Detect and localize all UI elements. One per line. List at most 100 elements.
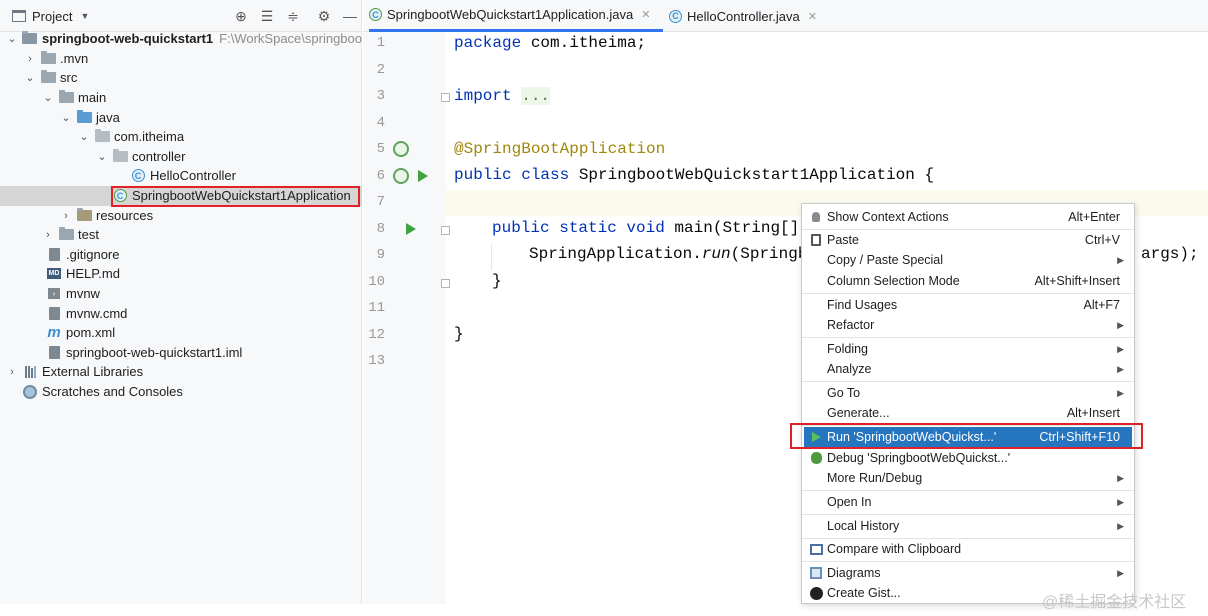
menu-separator	[802, 337, 1134, 338]
tree-item-label: HelloController	[150, 168, 236, 184]
folded-imports[interactable]: ...	[521, 87, 551, 105]
locate-icon[interactable]: ⊕	[232, 7, 250, 25]
menu-item-more-run-debug[interactable]: More Run/Debug ▶	[804, 468, 1132, 488]
menu-item-open-in[interactable]: Open In ▶	[804, 492, 1132, 512]
close-icon[interactable]: ✕	[808, 10, 817, 23]
tree-item-label: springboot-web-quickstart1	[41, 31, 214, 47]
chevron-down-icon[interactable]: ⌄	[78, 130, 90, 143]
chevron-down-icon[interactable]: ⌄	[42, 91, 54, 104]
menu-item-compare-with-clipboard[interactable]: Compare with Clipboard	[804, 539, 1132, 559]
tree-item-iml[interactable]: springboot-web-quickstart1.iml	[0, 343, 362, 363]
tree-item-gitignore[interactable]: .gitignore	[0, 245, 362, 265]
menu-item-analyze[interactable]: Analyze ▶	[804, 359, 1132, 379]
line-number: 5	[376, 141, 385, 157]
tab-hellocontroller[interactable]: C HelloController.java ✕	[669, 0, 817, 32]
tree-item-label: .gitignore	[66, 247, 120, 263]
menu-item-paste[interactable]: Paste Ctrl+V	[804, 230, 1132, 250]
gear-icon[interactable]: ⚙	[315, 7, 333, 25]
tree-item-help-md[interactable]: MD HELP.md	[0, 264, 362, 284]
scratches-icon	[22, 384, 38, 399]
line-number: 4	[376, 115, 385, 131]
tree-item-label: main	[78, 90, 107, 106]
tree-item-mvnw[interactable]: › mvnw	[0, 284, 362, 304]
tree-item-main[interactable]: ⌄ main	[0, 88, 362, 108]
menu-item-find-usages[interactable]: Find Usages Alt+F7	[804, 295, 1132, 315]
menu-item-label: Paste	[827, 233, 859, 247]
class-icon: C	[669, 9, 682, 23]
tree-item-mvn[interactable]: › .mvn	[0, 49, 362, 69]
menu-item-label: Compare with Clipboard	[827, 542, 962, 556]
selection-highlight-box	[111, 186, 360, 207]
tree-item-scratches[interactable]: Scratches and Consoles	[0, 382, 362, 402]
line-number: 7	[376, 194, 385, 210]
menu-item-folding[interactable]: Folding ▶	[804, 339, 1132, 359]
chevron-down-icon[interactable]: ⌄	[60, 111, 72, 124]
chevron-down-icon[interactable]: ⌄	[6, 32, 18, 45]
tree-item-label: java	[96, 110, 120, 126]
run-highlight-box	[790, 423, 1143, 449]
github-icon	[809, 586, 823, 600]
chevron-down-icon[interactable]: ⌄	[96, 150, 108, 163]
menu-item-label: Column Selection Mode	[827, 274, 960, 288]
tree-item-label: External Libraries	[42, 364, 144, 380]
menu-item-generate[interactable]: Generate... Alt+Insert	[804, 403, 1132, 423]
tree-item-label: controller	[132, 149, 186, 165]
line-number: 13	[368, 353, 385, 369]
tree-item-controller[interactable]: ⌄ controller	[0, 147, 362, 167]
fold-marker-icon[interactable]	[441, 226, 450, 235]
menu-item-refactor[interactable]: Refactor ▶	[804, 315, 1132, 335]
spring-bean-icon[interactable]	[393, 168, 409, 184]
tree-item-resources[interactable]: › resources	[0, 206, 362, 226]
menu-item-label: Open In	[827, 495, 872, 509]
close-icon[interactable]: ✕	[641, 8, 650, 21]
tree-item-java[interactable]: ⌄ java	[0, 108, 362, 128]
menu-item-diagrams[interactable]: Diagrams ▶	[804, 563, 1132, 583]
menu-item-show-context-actions[interactable]: Show Context Actions Alt+Enter	[804, 207, 1132, 227]
method-name: run	[701, 245, 731, 263]
menu-item-column-selection-mode[interactable]: Column Selection Mode Alt+Shift+Insert	[804, 271, 1132, 291]
menu-separator	[802, 561, 1134, 562]
menu-item-local-history[interactable]: Local History ▶	[804, 516, 1132, 536]
spring-bean-icon[interactable]	[393, 141, 409, 157]
tree-item-com-itheima[interactable]: ⌄ com.itheima	[0, 127, 362, 147]
chevron-right-icon[interactable]: ›	[60, 210, 72, 222]
chevron-down-icon[interactable]: ⌄	[24, 71, 36, 84]
chevron-right-icon[interactable]: ›	[42, 229, 54, 241]
tree-item-test[interactable]: › test	[0, 225, 362, 245]
folder-icon	[40, 51, 56, 66]
menu-item-go-to[interactable]: Go To ▶	[804, 383, 1132, 403]
package-icon	[94, 129, 110, 144]
tree-item-pom-xml[interactable]: m pom.xml	[0, 323, 362, 343]
project-view-selector[interactable]: Project ▼	[12, 6, 89, 26]
line-number: 8	[376, 221, 385, 237]
tree-item-mvnw-cmd[interactable]: mvnw.cmd	[0, 304, 362, 324]
menu-item-debug[interactable]: Debug 'SpringbootWebQuickst...'	[804, 448, 1132, 468]
tree-item-hellocontroller[interactable]: C HelloController	[0, 166, 362, 186]
tree-item-project-root[interactable]: ⌄ springboot-web-quickstart1 F:\WorkSpac…	[0, 29, 362, 49]
chevron-right-icon[interactable]: ›	[6, 366, 18, 378]
fold-marker-icon[interactable]	[441, 279, 450, 288]
chevron-right-icon[interactable]: ›	[24, 53, 36, 65]
tree-item-label: com.itheima	[114, 129, 185, 145]
submenu-arrow-icon: ▶	[1117, 567, 1124, 578]
tree-item-label: .mvn	[60, 51, 89, 67]
tab-springboot-application[interactable]: C SpringbootWebQuickstart1Application.ja…	[369, 0, 663, 32]
run-icon[interactable]	[406, 223, 416, 235]
tree-item-external-libraries[interactable]: › External Libraries	[0, 362, 362, 382]
run-icon[interactable]	[418, 170, 428, 182]
menu-item-label: More Run/Debug	[827, 471, 923, 485]
maven-icon: m	[47, 324, 61, 342]
expand-all-icon[interactable]: ☰	[258, 7, 276, 25]
menu-item-label: Generate...	[827, 406, 890, 420]
folder-icon	[40, 70, 56, 85]
tree-item-src[interactable]: ⌄ src	[0, 68, 362, 88]
collapse-all-icon[interactable]: ≑	[284, 7, 302, 25]
tab-label: HelloController.java	[687, 8, 800, 24]
menu-item-copy-paste-special[interactable]: Copy / Paste Special ▶	[804, 250, 1132, 270]
annotation: @SpringBootApplication	[454, 140, 666, 158]
code-line-11: }	[492, 272, 502, 290]
hide-icon[interactable]: —	[341, 7, 359, 25]
menu-item-label: Debug 'SpringbootWebQuickst...'	[827, 451, 1011, 465]
file-icon	[46, 307, 62, 321]
fold-marker-icon[interactable]	[441, 93, 450, 102]
